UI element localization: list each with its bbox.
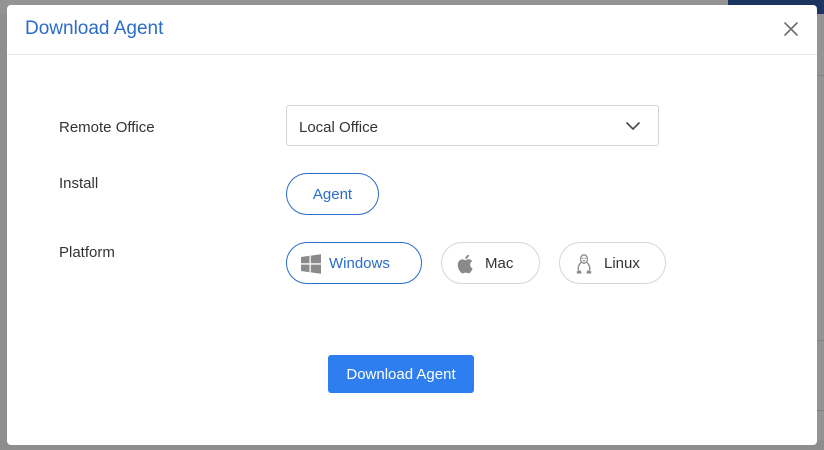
platform-linux-label: Linux [604, 255, 640, 272]
remote-office-value: Local Office [299, 119, 378, 136]
platform-mac-option[interactable]: Mac [441, 242, 540, 284]
dialog-header: Download Agent [7, 5, 817, 55]
apple-icon [457, 254, 473, 274]
platform-linux-option[interactable]: Linux [559, 242, 666, 284]
install-agent-label: Agent [312, 186, 353, 203]
download-agent-button[interactable]: Download Agent [328, 355, 474, 393]
remote-office-select[interactable]: Local Office [286, 105, 659, 146]
platform-label: Platform [59, 244, 115, 261]
install-label: Install [59, 175, 99, 192]
platform-mac-label: Mac [485, 255, 514, 272]
close-icon [784, 22, 798, 36]
remote-office-label: Remote Office [59, 119, 155, 136]
platform-windows-option[interactable]: Windows [286, 242, 422, 284]
install-agent-option[interactable]: Agent [286, 173, 379, 215]
platform-windows-label: Windows [329, 255, 390, 272]
download-agent-dialog: Download Agent Remote Office Local Offic… [7, 5, 817, 445]
dialog-title: Download Agent [25, 18, 164, 39]
chevron-down-icon [626, 122, 640, 130]
close-button[interactable] [781, 19, 801, 39]
download-agent-button-label: Download Agent [346, 366, 456, 383]
windows-icon [301, 254, 321, 274]
linux-icon [576, 254, 592, 274]
